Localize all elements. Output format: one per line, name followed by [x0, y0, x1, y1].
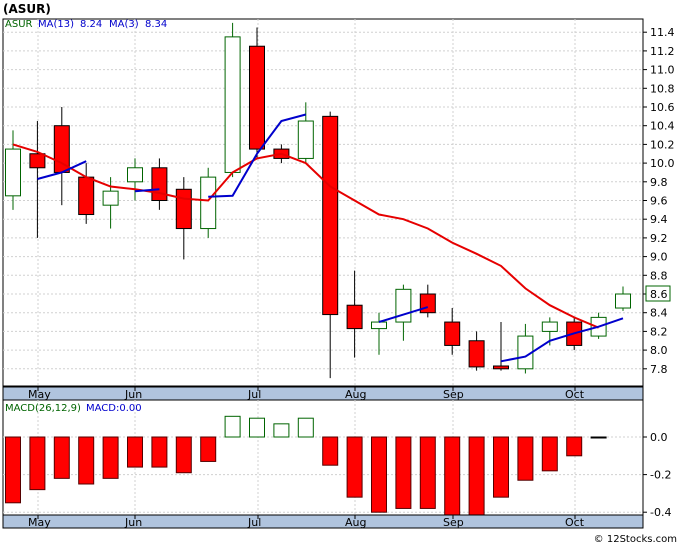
macd-bar: [371, 436, 387, 513]
candle-body: [322, 115, 339, 316]
chart-title: (ASUR): [3, 2, 51, 16]
macd-bar: [200, 436, 217, 462]
last-price-label: 8.6: [650, 288, 668, 301]
macd-bar: [5, 436, 21, 504]
macd-y-axis: 0.0 -0.2 -0.4: [643, 431, 671, 519]
macd-bar: [151, 436, 168, 468]
price-x-axis-strip: [2, 386, 644, 401]
y-tick-label: 9.0: [650, 251, 668, 264]
macd-bar: [322, 436, 339, 466]
macd-bar: [29, 436, 46, 491]
x-tick-label: Jun: [124, 516, 142, 529]
y-tick-label: 9.4: [650, 213, 668, 226]
candle-body: [493, 365, 509, 370]
y-tick-label: 9.6: [650, 195, 668, 208]
candle-body: [151, 167, 168, 201]
x-tick-label: Aug: [345, 516, 366, 529]
macd-bar: [590, 436, 607, 439]
macd-bar: [175, 436, 192, 474]
candle-body: [200, 176, 217, 230]
macd-bar: [249, 417, 265, 438]
y-tick-label: 8.8: [650, 269, 668, 282]
macd-bar: [346, 436, 363, 498]
x-tick-label: Jul: [247, 388, 261, 401]
candle-body: [297, 120, 314, 159]
candle-body: [5, 148, 21, 197]
macd-bar: [127, 436, 143, 468]
macd-bar: [493, 436, 509, 498]
candle: [200, 167, 217, 238]
x-tick-label: May: [28, 516, 51, 529]
macd-x-axis-strip: [2, 514, 644, 529]
macd-bar: [273, 423, 290, 438]
macd-legend: MACD(26,12,9) MACD:0.00: [5, 403, 142, 414]
macd-bar: [102, 436, 119, 479]
legend-symbol: ASUR: [5, 19, 33, 30]
y-tick-label: 8.2: [650, 325, 668, 338]
footer-credit: © 12Stocks.com: [594, 534, 677, 545]
macd-bar: [297, 417, 314, 438]
macd-bar: [419, 436, 436, 509]
y-tick-label: 11.2: [650, 45, 675, 58]
macd-legend-label: MACD(26,12,9): [5, 403, 81, 414]
y-tick-label: 10.0: [650, 157, 675, 170]
candle-body: [419, 293, 436, 314]
x-tick-label: May: [28, 388, 51, 401]
x-tick-label: Oct: [565, 388, 585, 401]
candle-body: [249, 45, 265, 150]
y-tick-label: 9.2: [650, 232, 668, 245]
y-tick-label: 11.4: [650, 26, 675, 39]
y-tick-label: 9.8: [650, 176, 668, 189]
y-tick-label: 7.8: [650, 363, 668, 376]
candle-body: [371, 321, 387, 330]
y-tick-label: -0.4: [650, 506, 671, 519]
macd-bar: [566, 436, 583, 457]
macd-legend-value: MACD:0.00: [86, 403, 142, 414]
macd-bar: [517, 436, 534, 481]
candle-body: [468, 340, 485, 368]
candle-body: [541, 321, 558, 332]
candle-body: [224, 36, 241, 173]
y-tick-label: 10.4: [650, 120, 675, 133]
stock-chart: (ASUR) 7.8 8.0 8.2 8.4 8.6 8.8 9.0 9.2 9.4 9.6 9.8…: [2, 2, 677, 545]
x-tick-label: Oct: [565, 516, 585, 529]
candle: [249, 27, 265, 159]
y-tick-label: 0.0: [650, 431, 668, 444]
candle-body: [175, 188, 192, 230]
y-tick-label: 10.8: [650, 82, 675, 95]
candle-body: [127, 167, 143, 183]
legend-ma13-value: 8.24: [80, 19, 102, 30]
candle-body: [615, 293, 631, 309]
y-tick-label: 8.4: [650, 307, 668, 320]
x-tick-label: Jun: [124, 388, 142, 401]
macd-bar: [468, 436, 485, 519]
y-tick-label: 8.0: [650, 344, 668, 357]
candle-body: [78, 176, 95, 216]
candle-body: [102, 190, 119, 206]
y-tick-label: 11.0: [650, 64, 675, 77]
macd-bar: [78, 436, 95, 485]
candle: [224, 22, 241, 178]
macd-bar: [53, 436, 70, 479]
macd-bar: [224, 415, 241, 438]
candle-body: [444, 321, 461, 346]
price-y-axis: 7.8 8.0 8.2 8.4 8.6 8.8 9.0 9.2 9.4 9.6 9.8 10.0 10.…: [643, 26, 675, 376]
legend-ma3-value: 8.34: [145, 19, 167, 30]
x-tick-label: Sep: [443, 516, 464, 529]
macd-bar: [395, 436, 412, 509]
y-tick-label: 10.6: [650, 101, 675, 114]
macd-bar: [541, 436, 558, 472]
x-tick-label: Sep: [443, 388, 464, 401]
x-tick-label: Jul: [247, 516, 261, 529]
candle-body: [29, 153, 46, 169]
candle-body: [346, 304, 363, 330]
legend-ma13-label: MA(13): [38, 19, 74, 30]
x-tick-label: Aug: [345, 388, 366, 401]
y-tick-label: 10.2: [650, 138, 675, 151]
y-tick-label: -0.2: [650, 469, 671, 482]
macd-bar: [444, 436, 461, 517]
legend-ma3-label: MA(3): [109, 19, 139, 30]
